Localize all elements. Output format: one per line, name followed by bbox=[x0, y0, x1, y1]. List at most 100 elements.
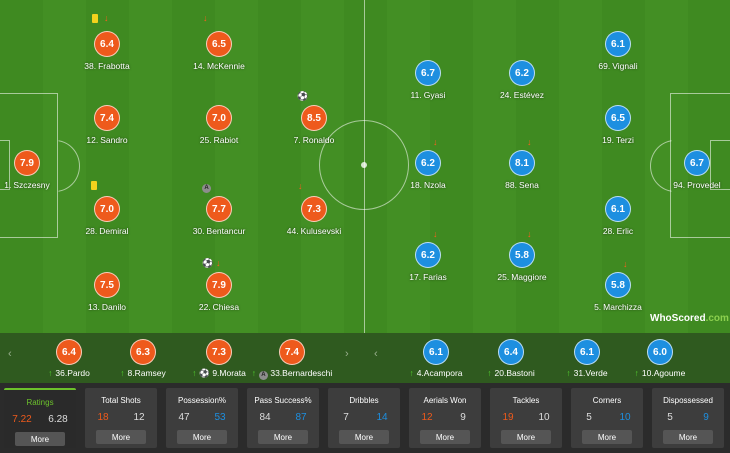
more-button[interactable]: More bbox=[96, 430, 146, 444]
player-name: 1. Szczesny bbox=[4, 180, 50, 190]
player-vignali[interactable]: 6.1 69. Vignali bbox=[568, 31, 668, 81]
goal-ball-icon: ⚽ bbox=[202, 258, 214, 268]
more-button[interactable]: More bbox=[258, 430, 308, 444]
player-rating: 6.1 bbox=[605, 196, 631, 222]
player-sandro[interactable]: 7.4 12. Sandro bbox=[57, 105, 157, 155]
player-mckennie[interactable]: 6.5 14. McKennie ↓ bbox=[169, 14, 269, 81]
player-name: 25. Rabiot bbox=[199, 135, 239, 145]
player-name: ↑ 10.Agoume bbox=[634, 368, 686, 378]
sub-off-arrow-icon: ↓ bbox=[203, 13, 208, 23]
player-rating: 8.1 bbox=[509, 150, 535, 176]
player-name: 12. Sandro bbox=[86, 135, 128, 145]
player-terzi[interactable]: 6.5 19. Terzi bbox=[568, 105, 668, 155]
player-rabiot[interactable]: 7.0 25. Rabiot bbox=[169, 105, 269, 155]
more-button[interactable]: More bbox=[582, 430, 632, 444]
player-rating: 7.4 bbox=[94, 105, 120, 131]
player-provedel[interactable]: 6.7 94. Provedel bbox=[647, 150, 730, 200]
more-button[interactable]: More bbox=[501, 430, 551, 444]
player-name: 11. Gyasi bbox=[410, 90, 446, 100]
player-name: 94. Provedel bbox=[673, 180, 721, 190]
pitch: 6.4 38. Frabotta ↓ 6.5 14. McKennie ↓ 7.4 … bbox=[0, 0, 730, 333]
player-name: 19. Terzi bbox=[602, 135, 634, 145]
player-rating: 6.4 bbox=[94, 31, 120, 57]
more-button[interactable]: More bbox=[339, 430, 389, 444]
player-rating: 6.2 bbox=[509, 60, 535, 86]
assist-badge-icon: A bbox=[258, 371, 268, 380]
player-name: 44. Kulusevski bbox=[286, 226, 342, 236]
goal-ball-icon: ⚽ bbox=[297, 91, 309, 101]
player-rating: 7.9 bbox=[206, 272, 232, 298]
sub-on-arrow-icon: ↑ bbox=[120, 368, 125, 378]
player-name: 38. Frabotta bbox=[84, 61, 130, 71]
center-spot bbox=[361, 162, 367, 168]
player-rating: 6.1 bbox=[605, 31, 631, 57]
player-nzola[interactable]: 6.2 18. Nzola ↓ bbox=[378, 138, 478, 200]
player-farias[interactable]: 6.2 17. Farias ↓ bbox=[378, 230, 478, 292]
chevron-right-icon[interactable]: › bbox=[345, 348, 349, 360]
sub-on-arrow-icon: ↑ bbox=[487, 368, 492, 378]
sub-off-arrow-icon: ↓ bbox=[216, 258, 221, 268]
player-rating: 7.3 bbox=[206, 339, 232, 365]
stat-dispossessed[interactable]: Dispossessed 5 9 More bbox=[652, 388, 724, 448]
match-stats-bar: Ratings 7.22 6.28 More Total Shots 18 12… bbox=[0, 383, 730, 453]
stat-corners[interactable]: Corners 5 10 More bbox=[571, 388, 643, 448]
goal-ball-icon: ⚽ bbox=[199, 368, 210, 378]
player-kulusevski[interactable]: 7.3 44. Kulusevski ↓ bbox=[264, 182, 364, 246]
player-sena[interactable]: 8.1 88. Sena ↓ bbox=[472, 138, 572, 200]
player-gyasi[interactable]: 6.7 11. Gyasi bbox=[378, 60, 478, 110]
sub-on-arrow-icon: ↑ bbox=[409, 368, 414, 378]
player-danilo[interactable]: 7.5 13. Danilo bbox=[57, 272, 157, 322]
sub-off-arrow-icon: ↓ bbox=[433, 229, 438, 239]
chevron-left-icon[interactable]: ‹ bbox=[8, 348, 12, 360]
player-rating: 6.7 bbox=[415, 60, 441, 86]
sub-on-arrow-icon: ↑ bbox=[634, 368, 639, 378]
player-name: 88. Sena bbox=[505, 180, 539, 190]
whoscored-logo: WhoScored.com bbox=[650, 313, 729, 324]
chevron-left-icon[interactable]: ‹ bbox=[374, 348, 378, 360]
sub-off-arrow-icon: ↓ bbox=[527, 137, 532, 147]
player-rating: 6.4 bbox=[498, 339, 524, 365]
player-name: 18. Nzola bbox=[410, 180, 446, 190]
stat-dribbles[interactable]: Dribbles 7 14 More bbox=[328, 388, 400, 448]
player-rating: 6.5 bbox=[206, 31, 232, 57]
player-rating: 8.5 bbox=[301, 105, 327, 131]
player-chiesa[interactable]: 7.9 22. Chiesa ⚽ ↓ bbox=[169, 259, 269, 322]
player-maggiore[interactable]: 5.8 25. Maggiore ↓ bbox=[472, 230, 572, 292]
player-erlic[interactable]: 6.1 28. Erlic bbox=[568, 196, 668, 246]
player-ronaldo[interactable]: 8.5 7. Ronaldo ⚽ bbox=[264, 92, 364, 155]
player-demiral[interactable]: 7.0 28. Demiral bbox=[57, 181, 157, 246]
more-button[interactable]: More bbox=[420, 430, 470, 444]
stat-aerials-won[interactable]: Aerials Won 12 9 More bbox=[409, 388, 481, 448]
sub-off-arrow-icon: ↓ bbox=[104, 13, 109, 23]
sub-on-arrow-icon: ↑ bbox=[566, 368, 571, 378]
more-button[interactable]: More bbox=[177, 430, 227, 444]
player-rating: 6.3 bbox=[130, 339, 156, 365]
sub-player-agoume[interactable]: 6.0 ↑ 10.Agoume bbox=[615, 336, 705, 382]
stat-possession[interactable]: Possession% 47 53 More bbox=[166, 388, 238, 448]
player-rating: 7.7 bbox=[206, 196, 232, 222]
more-button[interactable]: More bbox=[15, 432, 65, 446]
player-name: 5. Marchizza bbox=[594, 302, 642, 312]
player-rating: 6.4 bbox=[56, 339, 82, 365]
player-estevez[interactable]: 6.2 24. Estévez bbox=[472, 60, 572, 110]
player-rating: 7.5 bbox=[94, 272, 120, 298]
sub-player-bernardeschi[interactable]: 7.4 ↑ A 33.Bernardeschi bbox=[247, 336, 337, 382]
stat-ratings[interactable]: Ratings 7.22 6.28 More bbox=[4, 388, 76, 448]
player-name: 30. Bentancur bbox=[192, 226, 246, 236]
player-bentancur[interactable]: 7.7 30. Bentancur A bbox=[169, 184, 269, 246]
more-button[interactable]: More bbox=[663, 430, 713, 444]
stat-tackles[interactable]: Tackles 19 10 More bbox=[490, 388, 562, 448]
stat-pass-success[interactable]: Pass Success% 84 87 More bbox=[247, 388, 319, 448]
sub-off-arrow-icon: ↓ bbox=[298, 181, 303, 191]
player-rating: 7.0 bbox=[94, 196, 120, 222]
player-rating: 7.3 bbox=[301, 196, 327, 222]
yellow-card-icon bbox=[92, 14, 98, 23]
player-frabotta[interactable]: 6.4 38. Frabotta ↓ bbox=[57, 14, 157, 81]
sub-off-arrow-icon: ↓ bbox=[527, 229, 532, 239]
player-rating: 6.1 bbox=[423, 339, 449, 365]
player-name: 69. Vignali bbox=[598, 61, 638, 71]
player-name: 14. McKennie bbox=[193, 61, 245, 71]
player-name: 13. Danilo bbox=[88, 302, 126, 312]
player-szczesny[interactable]: 7.9 1. Szczesny bbox=[0, 150, 77, 200]
stat-total-shots[interactable]: Total Shots 18 12 More bbox=[85, 388, 157, 448]
